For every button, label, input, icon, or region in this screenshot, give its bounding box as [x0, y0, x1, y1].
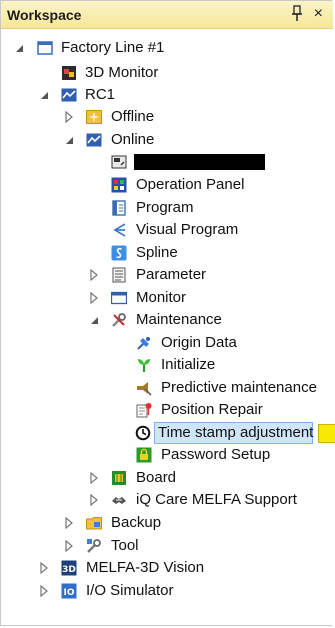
initialize-sprout-icon — [138, 359, 150, 372]
panel-title: Workspace — [7, 7, 82, 23]
collapsed-arrow-icon[interactable] — [63, 535, 75, 557]
tree-item-label: RC1 — [85, 86, 116, 103]
3d-vision-icon: 3D — [61, 560, 77, 576]
tree-item-label: Online — [111, 131, 155, 148]
workspace-panel: Workspace × Factory Line #1 3D Monitor R… — [0, 0, 335, 626]
expanded-arrow-icon[interactable] — [38, 84, 50, 106]
highlight-marker — [318, 424, 335, 443]
tree-item-label: Backup — [111, 514, 162, 531]
tree-item-label: Monitor — [136, 289, 187, 306]
pin-icon[interactable] — [291, 5, 303, 23]
tree-item-io-simulator[interactable]: IO I/O Simulator — [1, 580, 301, 602]
origin-data-icon — [137, 337, 150, 350]
spline-icon — [111, 245, 127, 261]
tree-item-label: Tool — [111, 537, 139, 554]
tree-item-melfa-3d-vision[interactable]: 3D MELFA-3D Vision — [1, 557, 301, 579]
tree-item-parameter[interactable]: Parameter — [1, 264, 301, 286]
tree-item-label: Predictive maintenance — [161, 379, 317, 396]
svg-text:3D: 3D — [62, 565, 76, 575]
tree-item-monitor[interactable]: Monitor — [1, 287, 301, 309]
controller-device-icon — [111, 155, 127, 169]
tree-item-3d-monitor[interactable]: 3D Monitor — [1, 62, 301, 84]
3d-monitor-icon — [62, 66, 76, 80]
offline-folder-icon — [86, 110, 102, 124]
tree-item-label: iQ Care MELFA Support — [136, 491, 297, 508]
tree-item-label: Board — [136, 469, 177, 486]
tree-item-label: Parameter — [136, 266, 207, 283]
visual-program-icon — [113, 223, 126, 237]
tree-item-label: Offline — [111, 108, 155, 125]
collapsed-arrow-icon[interactable] — [38, 557, 50, 579]
tree-item-maintenance[interactable]: Maintenance — [1, 309, 301, 331]
collapsed-arrow-icon[interactable] — [88, 264, 100, 286]
tree-item-position-repair[interactable]: Position Repair — [1, 399, 301, 421]
tree-item-label: MELFA-3D Vision — [86, 559, 205, 576]
clock-icon — [135, 425, 151, 441]
tree-item-iq-care[interactable]: iQ Care MELFA Support — [1, 489, 321, 511]
tree-item-label: Spline — [136, 244, 178, 261]
tree-item-initialize[interactable]: Initialize — [1, 354, 301, 376]
workspace-header: Workspace × — [1, 1, 333, 29]
tree-item-time-stamp-adjustment[interactable]: Time stamp adjustment — [1, 422, 331, 444]
collapsed-arrow-icon[interactable] — [63, 512, 75, 534]
tree-item-factory-line[interactable]: Factory Line #1 — [1, 37, 301, 59]
svg-text:IO: IO — [64, 588, 75, 598]
workspace-project-icon — [37, 41, 53, 55]
tree-item-label: Program — [136, 199, 194, 216]
tree-item-redacted[interactable] — [1, 151, 301, 173]
predictive-maintenance-icon — [137, 382, 152, 396]
password-lock-icon — [136, 447, 152, 463]
collapsed-arrow-icon[interactable] — [63, 106, 75, 128]
tree-item-operation-panel[interactable]: Operation Panel — [1, 174, 301, 196]
tree-item-origin-data[interactable]: Origin Data — [1, 332, 301, 354]
close-icon[interactable]: × — [314, 4, 323, 24]
monitor-window-icon — [111, 291, 127, 305]
robot-controller-icon — [61, 88, 77, 102]
tree-item-spline[interactable]: Spline — [1, 242, 301, 264]
tree-item-offline[interactable]: Offline — [1, 106, 301, 128]
collapsed-arrow-icon[interactable] — [38, 580, 50, 602]
tree-item-online[interactable]: Online — [1, 129, 301, 151]
operation-panel-icon — [111, 177, 127, 193]
collapsed-arrow-icon[interactable] — [88, 287, 100, 309]
tree-item-backup[interactable]: Backup — [1, 512, 301, 534]
maintenance-tools-icon — [112, 313, 126, 327]
tree-item-label: Maintenance — [136, 311, 222, 328]
iq-care-handshake-icon — [112, 497, 126, 504]
online-connection-icon — [86, 133, 102, 147]
tree-item-label: I/O Simulator — [86, 582, 174, 599]
tree-item-label: Origin Data — [161, 334, 237, 351]
tree-item-board[interactable]: Board — [1, 467, 301, 489]
expanded-arrow-icon[interactable] — [88, 309, 100, 331]
tool-icon — [87, 539, 101, 553]
tree-item-tool[interactable]: Tool — [1, 535, 301, 557]
io-simulator-icon: IO — [61, 583, 77, 599]
collapsed-arrow-icon[interactable] — [88, 489, 100, 511]
tree-item-label: Time stamp adjustment — [158, 424, 314, 441]
tree-item-visual-program[interactable]: Visual Program — [1, 219, 301, 241]
tree-item-label: Password Setup — [161, 446, 271, 463]
tree-item-label: Position Repair — [161, 401, 263, 418]
backup-folder-icon — [86, 517, 102, 530]
tree-item-password-setup[interactable]: Password Setup — [1, 444, 301, 466]
board-icon — [112, 471, 126, 485]
tree-item-label: Visual Program — [136, 221, 239, 238]
position-repair-icon — [136, 403, 152, 418]
parameter-icon — [112, 267, 126, 283]
redacted-label — [134, 154, 265, 170]
tree-item-rc1[interactable]: RC1 — [1, 84, 301, 106]
expanded-arrow-icon[interactable] — [63, 129, 75, 151]
tree-item-label: Factory Line #1 — [61, 39, 165, 56]
tree-item-label: 3D Monitor — [85, 64, 159, 81]
tree-item-program[interactable]: Program — [1, 197, 301, 219]
tree-item-predictive-maintenance[interactable]: Predictive maintenance — [1, 377, 321, 399]
tree-item-label: Initialize — [161, 356, 216, 373]
tree-item-label: Operation Panel — [136, 176, 245, 193]
expanded-arrow-icon[interactable] — [13, 37, 25, 59]
program-icon — [112, 200, 126, 216]
collapsed-arrow-icon[interactable] — [88, 467, 100, 489]
